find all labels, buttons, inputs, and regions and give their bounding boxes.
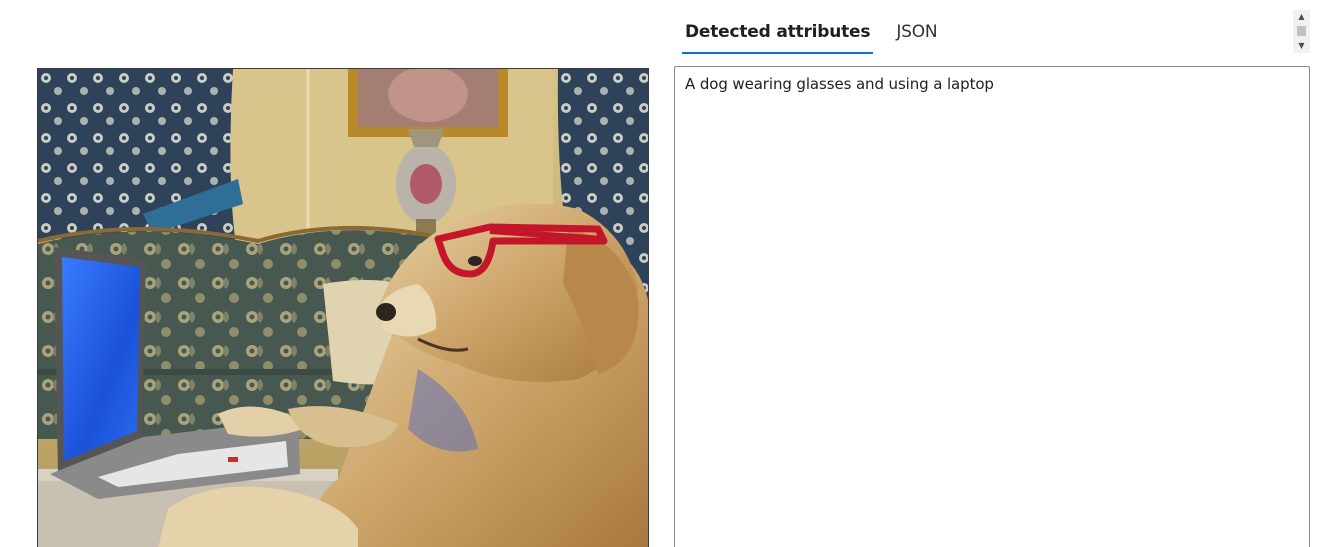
- analyzed-image: [37, 68, 649, 547]
- scrollbar-thumb[interactable]: [1297, 26, 1306, 36]
- caption-text: A dog wearing glasses and using a laptop: [685, 75, 994, 93]
- tab-json[interactable]: JSON: [889, 14, 944, 54]
- tab-json-label: JSON: [896, 22, 938, 42]
- tab-detected-attributes-label: Detected attributes: [685, 22, 871, 42]
- tab-detected-attributes[interactable]: Detected attributes: [678, 14, 877, 54]
- detected-attributes-panel: A dog wearing glasses and using a laptop: [674, 66, 1310, 547]
- result-tabs: Detected attributes JSON: [678, 14, 944, 54]
- caption-demo-page: Detected attributes JSON ▲ ▼ A dog weari…: [0, 0, 1322, 547]
- page-scrollbar[interactable]: ▲ ▼: [1293, 10, 1310, 53]
- scroll-up-arrow-icon[interactable]: ▲: [1293, 10, 1310, 24]
- scroll-down-arrow-icon[interactable]: ▼: [1293, 39, 1310, 53]
